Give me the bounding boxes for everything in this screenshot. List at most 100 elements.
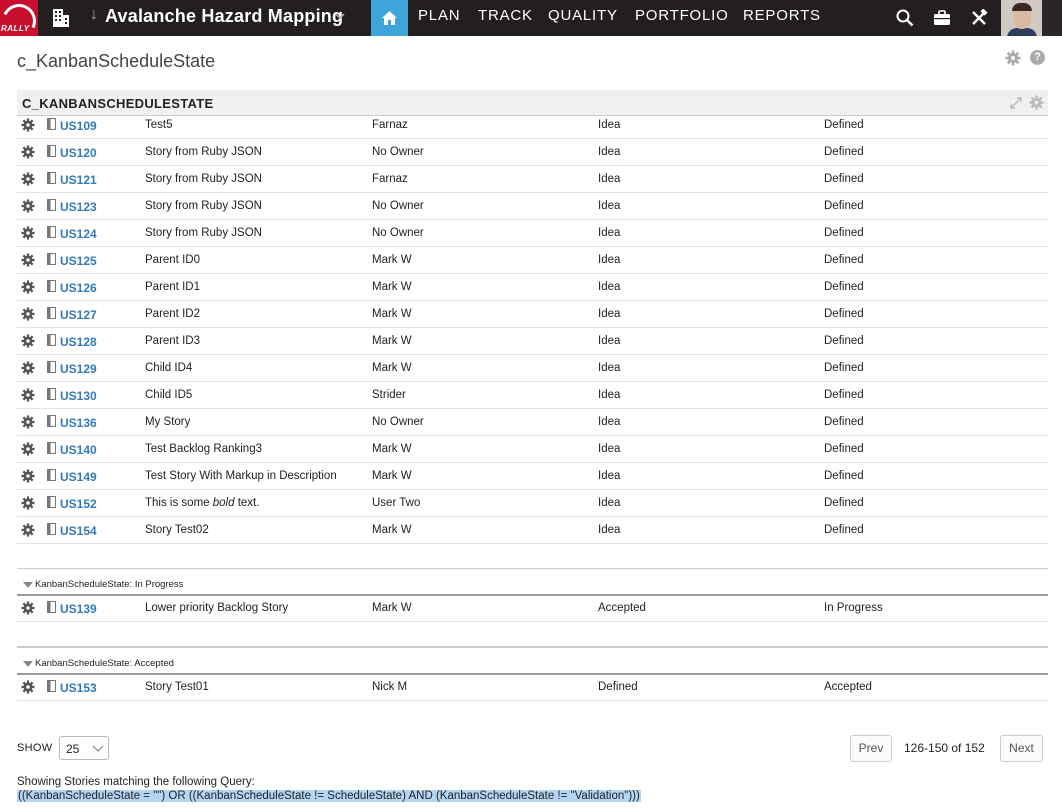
- story-name: Story from Ruby JSON: [145, 173, 262, 185]
- table-row: US153 Story Test01 Nick M Defined Accepted: [17, 674, 1048, 701]
- owner: Farnaz: [372, 173, 408, 185]
- row-gear-icon[interactable]: [21, 680, 35, 697]
- kanban-state: Defined: [824, 443, 864, 455]
- formatted-id-link[interactable]: US140: [60, 443, 97, 457]
- formatted-id-link[interactable]: US152: [60, 497, 97, 511]
- owner: Mark W: [372, 281, 412, 293]
- owner: No Owner: [372, 416, 424, 428]
- owner: Mark W: [372, 470, 412, 482]
- row-gear-icon[interactable]: [21, 280, 35, 297]
- search-icon[interactable]: [896, 9, 914, 27]
- user-avatar[interactable]: [1001, 0, 1042, 36]
- nav-track[interactable]: TRACK: [478, 7, 533, 24]
- help-icon[interactable]: ?: [1030, 50, 1045, 65]
- formatted-id-link[interactable]: US149: [60, 470, 97, 484]
- row-gear-icon[interactable]: [21, 199, 35, 216]
- group-header[interactable]: KanbanScheduleState: In Progress: [17, 568, 1048, 596]
- table-row: US154 Story Test02 Mark W Idea Defined: [17, 517, 1048, 544]
- formatted-id-link[interactable]: US126: [60, 281, 97, 295]
- row-gear-icon[interactable]: [21, 307, 35, 324]
- story-doc-icon: [47, 415, 56, 430]
- formatted-id-link[interactable]: US109: [60, 119, 97, 133]
- tools-icon[interactable]: [970, 9, 988, 27]
- formatted-id-link[interactable]: US154: [60, 524, 97, 538]
- story-doc-icon: [47, 226, 56, 241]
- kanban-state: Defined: [824, 227, 864, 239]
- row-gear-icon[interactable]: [21, 442, 35, 459]
- kanban-state: Defined: [824, 389, 864, 401]
- row-gear-icon[interactable]: [21, 388, 35, 405]
- chevron-down-icon: [92, 745, 104, 753]
- row-gear-icon[interactable]: [21, 496, 35, 513]
- owner: Mark W: [372, 335, 412, 347]
- nav-portfolio[interactable]: PORTFOLIO: [635, 7, 729, 24]
- schedule-state: Idea: [598, 524, 621, 536]
- formatted-id-link[interactable]: US128: [60, 335, 97, 349]
- story-doc-icon: [47, 172, 56, 187]
- formatted-id-link[interactable]: US123: [60, 200, 97, 214]
- chevron-down-icon[interactable]: [335, 11, 345, 21]
- schedule-state: Idea: [598, 470, 621, 482]
- schedule-state: Idea: [598, 362, 621, 374]
- triangle-collapse-icon[interactable]: [23, 582, 33, 588]
- formatted-id-link[interactable]: US129: [60, 362, 97, 376]
- schedule-state: Idea: [598, 281, 621, 293]
- formatted-id-link[interactable]: US124: [60, 227, 97, 241]
- nav-plan[interactable]: PLAN: [418, 7, 460, 24]
- building-icon[interactable]: [52, 8, 70, 28]
- query-text[interactable]: ((KanbanScheduleState = "") OR ((KanbanS…: [17, 790, 641, 802]
- story-name: Story from Ruby JSON: [145, 200, 262, 212]
- triangle-collapse-icon[interactable]: [23, 661, 33, 667]
- owner: Mark W: [372, 602, 412, 614]
- table-row: US120 Story from Ruby JSON No Owner Idea Def…: [17, 139, 1048, 166]
- gear-icon[interactable]: [1029, 95, 1044, 110]
- gear-icon[interactable]: [1005, 50, 1021, 66]
- row-gear-icon[interactable]: [21, 415, 35, 432]
- nav-quality[interactable]: QUALITY: [548, 7, 618, 24]
- formatted-id-link[interactable]: US125: [60, 254, 97, 268]
- page-size-select[interactable]: 25: [59, 736, 109, 760]
- formatted-id-link[interactable]: US130: [60, 389, 97, 403]
- expand-icon[interactable]: [1009, 96, 1023, 110]
- home-tab[interactable]: [371, 0, 408, 36]
- row-gear-icon[interactable]: [21, 253, 35, 270]
- row-gear-icon[interactable]: [21, 601, 35, 618]
- story-name: Story Test01: [145, 681, 209, 693]
- formatted-id-link[interactable]: US139: [60, 602, 97, 616]
- prev-button[interactable]: Prev: [850, 735, 892, 762]
- formatted-id-link[interactable]: US136: [60, 416, 97, 430]
- schedule-state: Accepted: [598, 602, 646, 614]
- formatted-id-link[interactable]: US120: [60, 146, 97, 160]
- kanban-state: Defined: [824, 362, 864, 374]
- group-header[interactable]: KanbanScheduleState: Accepted: [17, 647, 1048, 675]
- rally-logo[interactable]: RALLY: [0, 0, 38, 36]
- row-gear-icon[interactable]: [21, 145, 35, 162]
- formatted-id-link[interactable]: US153: [60, 681, 97, 695]
- next-button[interactable]: Next: [1000, 735, 1043, 762]
- row-gear-icon[interactable]: [21, 523, 35, 540]
- workspace-title[interactable]: Avalanche Hazard Mapping: [105, 6, 343, 27]
- kanban-state: Defined: [824, 173, 864, 185]
- row-gear-icon[interactable]: [21, 118, 35, 135]
- table-row: US124 Story from Ruby JSON No Owner Idea Def…: [17, 220, 1048, 247]
- schedule-state: Idea: [598, 173, 621, 185]
- row-gear-icon[interactable]: [21, 361, 35, 378]
- story-name: Child ID4: [145, 362, 193, 374]
- formatted-id-link[interactable]: US127: [60, 308, 97, 322]
- topbar-edge: [1042, 0, 1062, 36]
- workspace-arrow-icon: ↓: [90, 6, 98, 23]
- row-gear-icon[interactable]: [21, 226, 35, 243]
- story-name: Test5: [145, 119, 173, 131]
- page-title: c_KanbanScheduleState: [17, 51, 216, 71]
- row-gear-icon[interactable]: [21, 469, 35, 486]
- row-gear-icon[interactable]: [21, 334, 35, 351]
- nav-reports[interactable]: REPORTS: [743, 7, 821, 24]
- kanban-state: Defined: [824, 497, 864, 509]
- formatted-id-link[interactable]: US121: [60, 173, 97, 187]
- owner: User Two: [372, 497, 421, 509]
- story-doc-icon: [47, 118, 56, 133]
- kanban-state: In Progress: [824, 602, 883, 614]
- briefcase-icon[interactable]: [933, 9, 951, 27]
- row-gear-icon[interactable]: [21, 172, 35, 189]
- story-name: This is some bold text.: [145, 497, 260, 509]
